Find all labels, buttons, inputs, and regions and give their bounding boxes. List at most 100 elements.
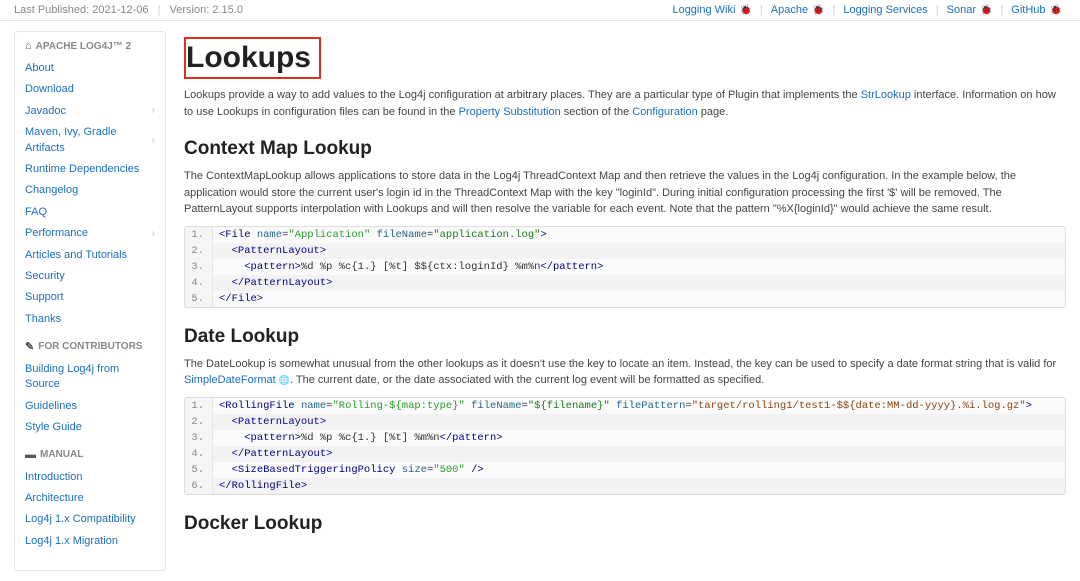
sidebar: ⌂ APACHE LOG4J™ 2 About Download Javadoc › M… [14,31,166,571]
sidebar-item-label: Thanks [25,312,61,327]
sidebar-item[interactable]: About [25,58,155,79]
sidebar-item[interactable]: Security [25,266,155,287]
simpledateformat-link[interactable]: SimpleDateFormat [184,374,276,386]
code-line: 5.</File> [185,291,1065,307]
sidebar-item[interactable]: Guidelines [25,396,155,417]
sidebar-item[interactable]: Maven, Ivy, Gradle Artifacts› [25,122,155,159]
code-content: <PatternLayout> [213,414,332,430]
line-number: 2. [185,243,213,259]
sidebar-item[interactable]: Articles and Tutorials [25,245,155,266]
code-line: 4. </PatternLayout> [185,275,1065,291]
topbar-link[interactable]: Logging Services [843,4,927,16]
sidebar-item[interactable]: Performance › [25,223,155,244]
intro-paragraph: Lookups provide a way to add values to t… [184,87,1066,120]
sidebar-header-contributors-label: FOR CONTRIBUTORS [38,341,142,352]
sidebar-item-label: About [25,61,54,76]
chevron-right-icon: › [152,227,155,241]
sidebar-item[interactable]: Building Log4j from Source [25,359,155,396]
code-line: 3. <pattern>%d %p %c{1.} [%t] %m%n</patt… [185,430,1065,446]
code-line: 3. <pattern>%d %p %c{1.} [%t] $${ctx:log… [185,259,1065,275]
heading-context-map: Context Map Lookup [184,138,1066,160]
bug-icon: 🐞 [812,5,824,16]
code-line: 2. <PatternLayout> [185,243,1065,259]
date-text-1: The DateLookup is somewhat unusual from … [184,358,1056,370]
line-number: 4. [185,446,213,462]
code-content: </File> [213,291,269,307]
sidebar-header-manual-label: MANUAL [40,449,83,460]
code-content: <SizeBasedTriggeringPolicy size="500" /> [213,462,490,478]
sidebar-item-label: Security [25,269,65,284]
sidebar-item-label: Style Guide [25,420,82,435]
line-number: 3. [185,430,213,446]
bug-icon: 🐞 [1050,5,1062,16]
line-number: 1. [185,398,213,414]
intro-text-4: page. [698,106,729,118]
strlookup-link[interactable]: StrLookup [861,89,911,101]
line-number: 5. [185,462,213,478]
sidebar-item[interactable]: Log4j 1.x Compatibility [25,509,155,530]
separator: | [936,4,939,16]
sidebar-item-label: Architecture [25,491,84,506]
code-content: <pattern>%d %p %c{1.} [%t] $${ctx:loginI… [213,259,609,275]
topbar-left: Last Published: 2021-12-06 | Version: 2.… [14,4,243,16]
sidebar-item-label: Building Log4j from Source [25,362,155,393]
bug-icon: 🐞 [739,5,751,16]
line-number: 3. [185,259,213,275]
intro-text-3: section of the [561,106,633,118]
date-lookup-paragraph: The DateLookup is somewhat unusual from … [184,356,1066,389]
code-content: <RollingFile name="Rolling-${map:type}" … [213,398,1038,414]
property-substitution-link[interactable]: Property Substitution [459,106,561,118]
configuration-link[interactable]: Configuration [632,106,697,118]
sidebar-item-label: Log4j 1.x Compatibility [25,512,136,527]
last-published-label: Last Published: [14,4,89,16]
separator: | [1000,4,1003,16]
sidebar-item-label: Log4j 1.x Migration [25,534,118,549]
line-number: 1. [185,227,213,243]
line-number: 2. [185,414,213,430]
pencil-icon: ✎ [25,340,34,353]
sidebar-item-label: Javadoc [25,104,66,119]
sidebar-item[interactable]: FAQ [25,202,155,223]
sidebar-item[interactable]: Support [25,287,155,308]
book-icon: ▬ [25,449,36,461]
sidebar-item[interactable]: Style Guide [25,417,155,438]
topbar-link[interactable]: Sonar [947,4,976,16]
sidebar-item-label: Support [25,290,64,305]
sidebar-header-main: ⌂ APACHE LOG4J™ 2 [25,40,155,52]
sidebar-item-label: Performance [25,226,88,241]
sidebar-item[interactable]: Introduction [25,467,155,488]
sidebar-item-label: Runtime Dependencies [25,162,139,177]
sidebar-section-main: ⌂ APACHE LOG4J™ 2 About Download Javadoc › M… [25,40,155,330]
topbar-right: Logging Wiki🐞|Apache🐞|Logging Services|S… [668,4,1066,16]
code-content: <PatternLayout> [213,243,332,259]
version-value: 2.15.0 [212,4,243,16]
code-line: 1.<RollingFile name="Rolling-${map:type}… [185,398,1065,414]
sidebar-item[interactable]: Architecture [25,488,155,509]
heading-docker-lookup: Docker Lookup [184,513,1066,535]
version-label: Version: [170,4,210,16]
sidebar-item-label: Articles and Tutorials [25,248,127,263]
intro-text-1: Lookups provide a way to add values to t… [184,89,861,101]
line-number: 4. [185,275,213,291]
code-block-context: 1.<File name="Application" fileName="app… [184,226,1066,308]
sidebar-item[interactable]: Javadoc › [25,101,155,122]
sidebar-item-label: Changelog [25,183,78,198]
sidebar-item[interactable]: Runtime Dependencies [25,159,155,180]
sidebar-item-label: Download [25,82,74,97]
code-line: 5. <SizeBasedTriggeringPolicy size="500"… [185,462,1065,478]
topbar-link[interactable]: GitHub [1011,4,1045,16]
code-content: </PatternLayout> [213,446,338,462]
sidebar-item[interactable]: Log4j 1.x Migration [25,531,155,552]
sidebar-item[interactable]: Download [25,79,155,100]
main-content: Lookups Lookups provide a way to add val… [184,31,1066,571]
chevron-right-icon: › [152,104,155,118]
sidebar-item-label: FAQ [25,205,47,220]
topbar-link[interactable]: Logging Wiki [672,4,735,16]
code-content: </PatternLayout> [213,275,338,291]
code-content: <File name="Application" fileName="appli… [213,227,553,243]
sidebar-item[interactable]: Changelog [25,180,155,201]
sidebar-item[interactable]: Thanks [25,309,155,330]
sidebar-header-contributors: ✎ FOR CONTRIBUTORS [25,340,155,353]
topbar-link[interactable]: Apache [771,4,808,16]
sidebar-header-main-label: APACHE LOG4J™ 2 [36,41,131,52]
